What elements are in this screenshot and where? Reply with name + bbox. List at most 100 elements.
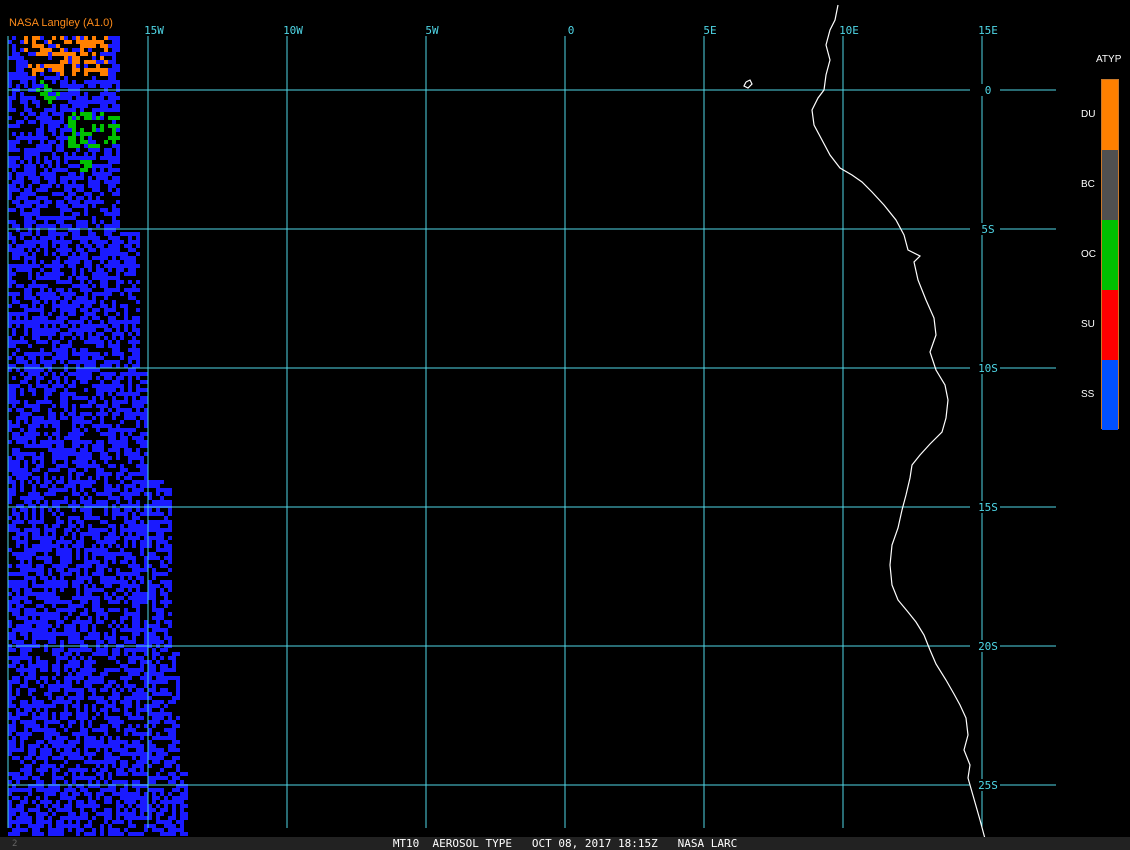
aerosol-pixel xyxy=(68,56,72,60)
aerosol-pixel xyxy=(124,544,128,548)
aerosol-pixel xyxy=(152,692,156,696)
aerosol-pixel xyxy=(92,680,96,684)
aerosol-pixel xyxy=(148,584,152,588)
aerosol-pixel xyxy=(28,520,32,524)
aerosol-pixel xyxy=(176,828,180,832)
aerosol-pixel xyxy=(112,104,116,108)
aerosol-pixel xyxy=(12,252,16,256)
aerosol-pixel xyxy=(36,224,40,228)
aerosol-pixel xyxy=(44,628,48,632)
aerosol-pixel xyxy=(64,248,68,252)
aerosol-pixel xyxy=(20,580,24,584)
aerosol-pixel xyxy=(24,212,28,216)
aerosol-pixel xyxy=(132,752,136,756)
aerosol-pixel xyxy=(60,584,64,588)
aerosol-pixel xyxy=(40,676,44,680)
aerosol-pixel xyxy=(60,80,64,84)
aerosol-pixel xyxy=(52,588,56,592)
aerosol-pixel xyxy=(76,212,80,216)
aerosol-pixel xyxy=(44,800,48,804)
aerosol-pixel xyxy=(168,668,172,672)
aerosol-pixel xyxy=(172,740,176,744)
aerosol-pixel xyxy=(140,764,144,768)
aerosol-pixel xyxy=(128,416,132,420)
aerosol-pixel xyxy=(76,364,80,368)
aerosol-pixel xyxy=(24,580,28,584)
aerosol-pixel xyxy=(92,256,96,260)
aerosol-pixel xyxy=(84,620,88,624)
aerosol-pixel xyxy=(36,664,40,668)
aerosol-pixel xyxy=(136,740,140,744)
aerosol-pixel xyxy=(128,832,132,836)
aerosol-pixel xyxy=(36,292,40,296)
aerosol-pixel xyxy=(124,372,128,376)
aerosol-pixel xyxy=(92,384,96,388)
aerosol-pixel xyxy=(136,752,140,756)
aerosol-pixel xyxy=(128,792,132,796)
aerosol-pixel xyxy=(108,360,112,364)
aerosol-pixel xyxy=(100,96,104,100)
aerosol-pixel xyxy=(132,604,136,608)
aerosol-pixel xyxy=(144,628,148,632)
aerosol-pixel xyxy=(136,616,140,620)
aerosol-pixel xyxy=(84,360,88,364)
aerosol-pixel xyxy=(64,280,68,284)
aerosol-pixel xyxy=(8,564,12,568)
aerosol-pixel xyxy=(60,404,64,408)
aerosol-pixel xyxy=(72,488,76,492)
aerosol-pixel xyxy=(172,748,176,752)
aerosol-pixel xyxy=(104,488,108,492)
aerosol-pixel xyxy=(8,100,12,104)
aerosol-pixel xyxy=(132,372,136,376)
aerosol-pixel xyxy=(36,464,40,468)
aerosol-pixel xyxy=(72,256,76,260)
aerosol-pixel xyxy=(36,584,40,588)
aerosol-pixel xyxy=(76,452,80,456)
aerosol-pixel xyxy=(76,436,80,440)
aerosol-pixel xyxy=(56,340,60,344)
aerosol-pixel xyxy=(16,180,20,184)
aerosol-pixel xyxy=(112,388,116,392)
aerosol-pixel xyxy=(112,136,116,140)
aerosol-pixel xyxy=(76,820,80,824)
aerosol-pixel xyxy=(108,596,112,600)
aerosol-pixel xyxy=(84,768,88,772)
aerosol-pixel xyxy=(44,148,48,152)
aerosol-pixel xyxy=(76,416,80,420)
aerosol-pixel xyxy=(12,148,16,152)
aerosol-pixel xyxy=(60,696,64,700)
aerosol-pixel xyxy=(64,160,68,164)
aerosol-pixel xyxy=(124,680,128,684)
aerosol-pixel xyxy=(152,632,156,636)
aerosol-pixel xyxy=(60,292,64,296)
aerosol-pixel xyxy=(80,348,84,352)
aerosol-pixel xyxy=(8,116,12,120)
aerosol-pixel xyxy=(144,480,148,484)
aerosol-pixel xyxy=(32,392,36,396)
aerosol-pixel xyxy=(80,604,84,608)
aerosol-pixel xyxy=(88,672,92,676)
aerosol-pixel xyxy=(76,716,80,720)
aerosol-pixel xyxy=(12,600,16,604)
aerosol-pixel xyxy=(60,140,64,144)
aerosol-pixel xyxy=(124,552,128,556)
aerosol-pixel xyxy=(32,608,36,612)
aerosol-pixel xyxy=(96,620,100,624)
aerosol-pixel xyxy=(44,432,48,436)
aerosol-pixel xyxy=(124,264,128,268)
aerosol-pixel xyxy=(116,408,120,412)
aerosol-pixel xyxy=(24,540,28,544)
aerosol-pixel xyxy=(60,608,64,612)
aerosol-pixel xyxy=(112,444,116,448)
aerosol-pixel xyxy=(52,104,56,108)
aerosol-pixel xyxy=(116,332,120,336)
aerosol-pixel xyxy=(24,712,28,716)
aerosol-pixel xyxy=(100,588,104,592)
aerosol-pixel xyxy=(52,484,56,488)
aerosol-pixel xyxy=(8,440,12,444)
aerosol-pixel xyxy=(60,64,64,68)
aerosol-pixel xyxy=(68,332,72,336)
aerosol-pixel xyxy=(108,84,112,88)
aerosol-pixel xyxy=(152,584,156,588)
aerosol-pixel xyxy=(124,624,128,628)
